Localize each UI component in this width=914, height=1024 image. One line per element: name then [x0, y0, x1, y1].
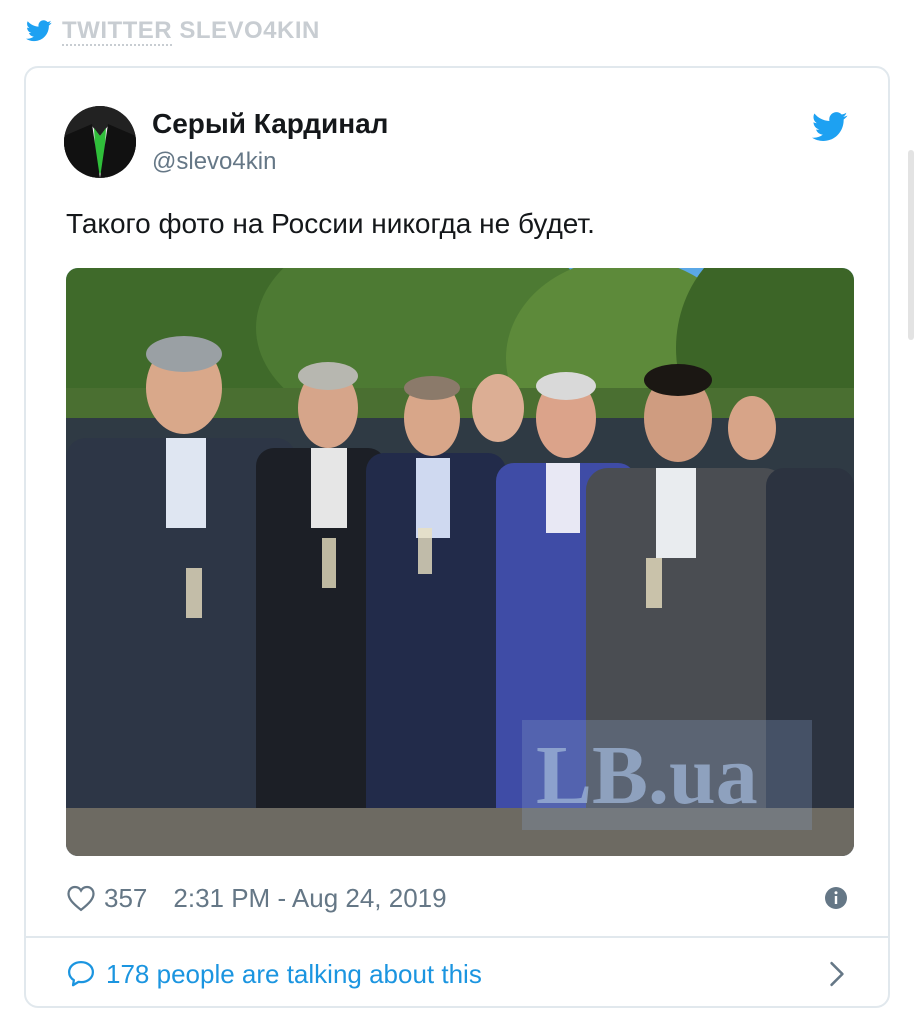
scrollbar[interactable]: [908, 150, 914, 340]
info-icon[interactable]: [824, 886, 848, 910]
source-account: SLEVO4KIN: [179, 17, 320, 44]
tweet-photo[interactable]: LB.ua: [66, 268, 854, 856]
tweet-card[interactable]: Серый Кардинал @slevo4kin Такого фото на…: [24, 66, 890, 1008]
tweet-meta: 357 2:31 PM - Aug 24, 2019: [66, 880, 848, 916]
group-photo: LB.ua: [66, 268, 854, 856]
conversation-count[interactable]: 178 people are talking about this: [106, 959, 482, 990]
heart-icon[interactable]: [66, 884, 96, 912]
tweet-text: Такого фото на России никогда не будет.: [66, 208, 595, 239]
divider: [26, 936, 888, 938]
speech-bubble-icon: [68, 961, 94, 987]
source-header: TWITTER SLEVO4KIN: [26, 14, 320, 48]
display-name[interactable]: Серый Кардинал: [152, 108, 388, 140]
photo-watermark: LB.ua: [536, 729, 758, 822]
avatar-image: [64, 106, 136, 178]
source-platform-link[interactable]: TWITTER: [62, 17, 173, 46]
twitter-bird-icon[interactable]: [812, 112, 848, 142]
twitter-bird-icon: [26, 20, 52, 42]
avatar[interactable]: [64, 106, 136, 178]
like-count[interactable]: 357: [104, 883, 147, 914]
user-handle[interactable]: @slevo4kin: [152, 148, 276, 176]
chevron-right-icon[interactable]: [826, 961, 848, 987]
tweet-timestamp[interactable]: 2:31 PM - Aug 24, 2019: [173, 883, 446, 914]
conversation-link[interactable]: 178 people are talking about this: [66, 956, 848, 992]
